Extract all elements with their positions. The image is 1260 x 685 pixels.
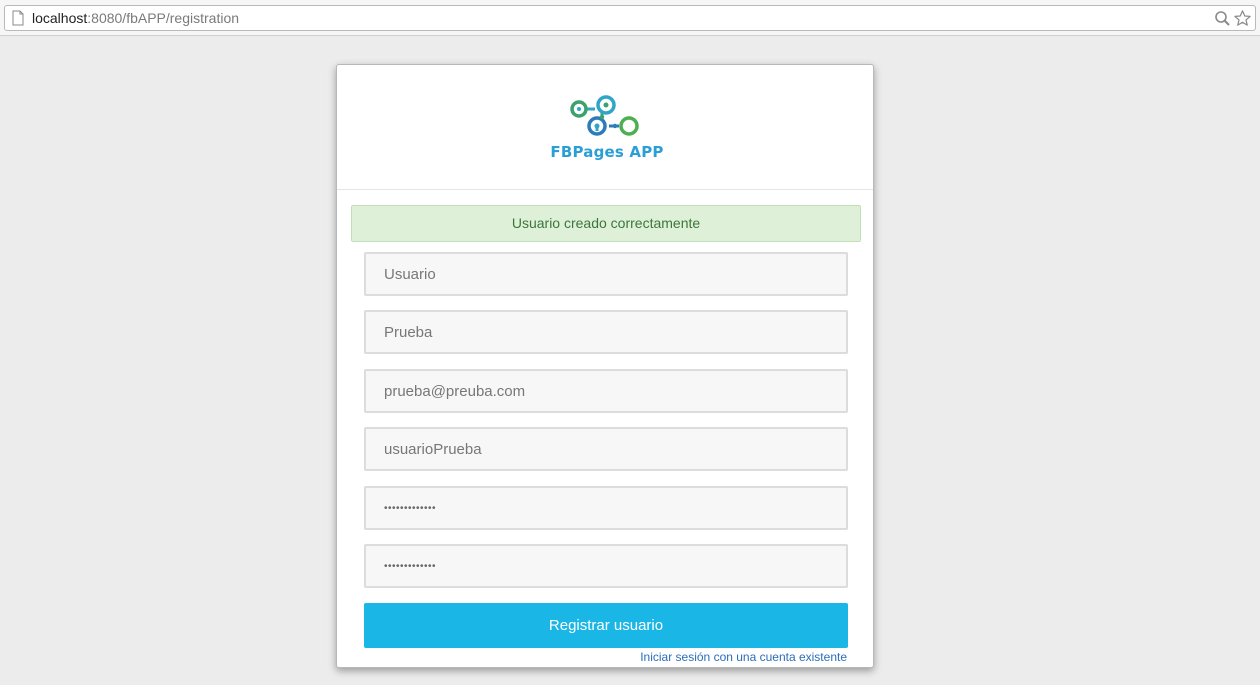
- zoom-icon[interactable]: [1214, 10, 1231, 27]
- email-field[interactable]: [364, 369, 848, 413]
- register-button[interactable]: Registrar usuario: [364, 603, 848, 648]
- browser-toolbar: localhost:8080/fbAPP/registration: [0, 0, 1260, 36]
- first-name-field[interactable]: [364, 252, 848, 296]
- url-host: localhost: [32, 10, 88, 26]
- logo-text: FBPages APP: [550, 143, 664, 161]
- card-header: FBPages APP: [337, 65, 873, 190]
- url-path: :8080/fbAPP/registration: [87, 10, 240, 26]
- url-text[interactable]: localhost:8080/fbAPP/registration: [32, 10, 239, 27]
- login-existing-account-link[interactable]: Iniciar sesión con una cuenta existente: [640, 650, 847, 664]
- address-bar[interactable]: localhost:8080/fbAPP/registration: [4, 5, 1256, 31]
- registration-card: FBPages APP Usuario creado correctamente…: [336, 64, 874, 668]
- bookmark-star-icon[interactable]: [1233, 9, 1252, 28]
- success-alert: Usuario creado correctamente: [351, 205, 861, 242]
- password-field[interactable]: [364, 486, 848, 530]
- network-logo-icon: [570, 95, 639, 136]
- page-icon: [12, 10, 24, 26]
- confirm-password-field[interactable]: [364, 544, 848, 588]
- app-logo: FBPages APP: [549, 91, 665, 163]
- last-name-field[interactable]: [364, 310, 848, 354]
- username-field[interactable]: [364, 427, 848, 471]
